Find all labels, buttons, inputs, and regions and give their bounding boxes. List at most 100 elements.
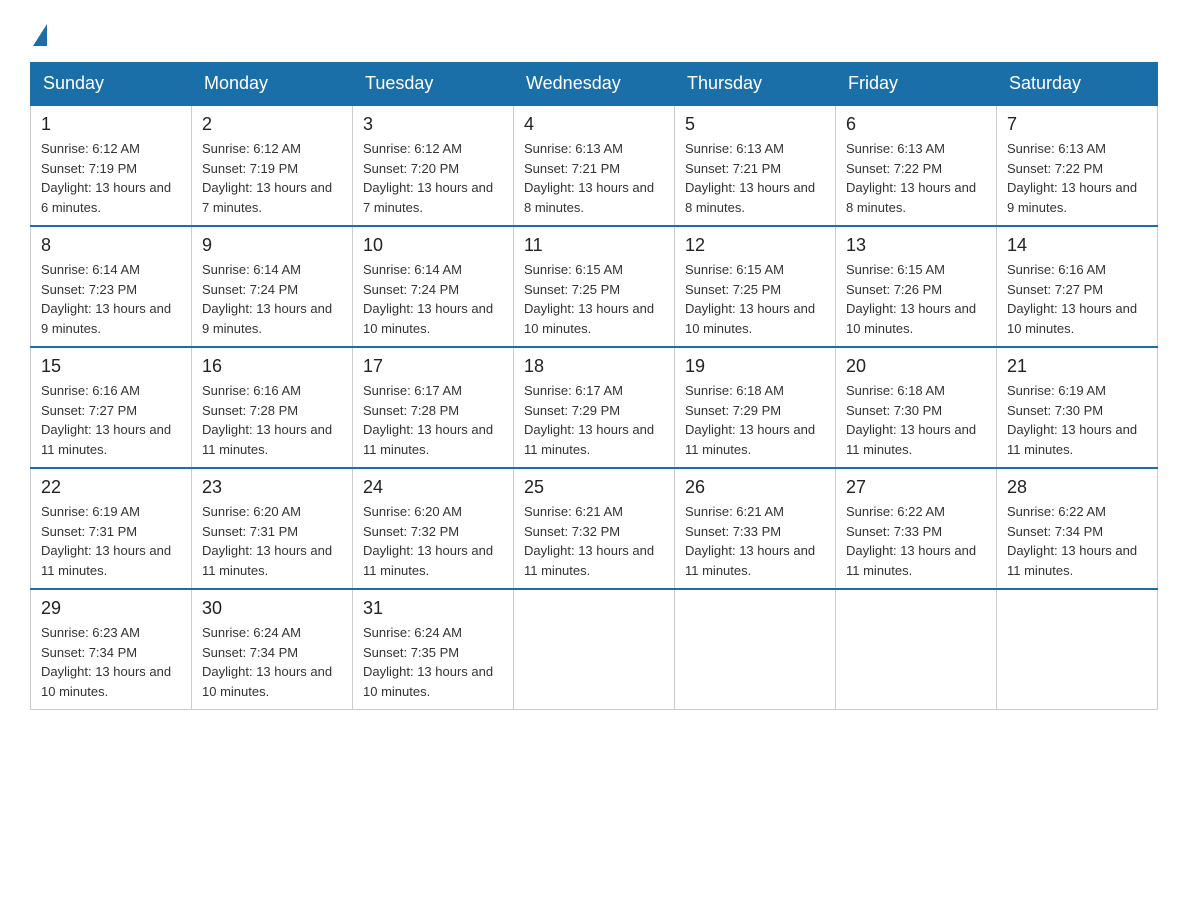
day-info: Sunrise: 6:16 AM Sunset: 7:27 PM Dayligh… [1007,260,1147,338]
daylight-label: Daylight: 13 hours and 11 minutes. [41,422,171,457]
day-number: 17 [363,356,503,377]
day-info: Sunrise: 6:14 AM Sunset: 7:23 PM Dayligh… [41,260,181,338]
sunrise-label: Sunrise: 6:22 AM [1007,504,1106,519]
sunrise-label: Sunrise: 6:19 AM [41,504,140,519]
day-info: Sunrise: 6:24 AM Sunset: 7:34 PM Dayligh… [202,623,342,701]
sunrise-label: Sunrise: 6:16 AM [41,383,140,398]
weekday-header-thursday: Thursday [675,63,836,106]
sunset-label: Sunset: 7:28 PM [202,403,298,418]
sunrise-label: Sunrise: 6:16 AM [1007,262,1106,277]
calendar-day-7: 7 Sunrise: 6:13 AM Sunset: 7:22 PM Dayli… [997,105,1158,226]
week-row-2: 8 Sunrise: 6:14 AM Sunset: 7:23 PM Dayli… [31,226,1158,347]
daylight-label: Daylight: 13 hours and 9 minutes. [202,301,332,336]
weekday-header-sunday: Sunday [31,63,192,106]
sunrise-label: Sunrise: 6:15 AM [524,262,623,277]
daylight-label: Daylight: 13 hours and 11 minutes. [685,543,815,578]
sunset-label: Sunset: 7:34 PM [1007,524,1103,539]
calendar-day-21: 21 Sunrise: 6:19 AM Sunset: 7:30 PM Dayl… [997,347,1158,468]
page-header [30,20,1158,44]
calendar-table: SundayMondayTuesdayWednesdayThursdayFrid… [30,62,1158,710]
day-info: Sunrise: 6:16 AM Sunset: 7:27 PM Dayligh… [41,381,181,459]
day-info: Sunrise: 6:13 AM Sunset: 7:22 PM Dayligh… [846,139,986,217]
empty-cell [675,589,836,710]
daylight-label: Daylight: 13 hours and 7 minutes. [202,180,332,215]
calendar-day-23: 23 Sunrise: 6:20 AM Sunset: 7:31 PM Dayl… [192,468,353,589]
calendar-day-11: 11 Sunrise: 6:15 AM Sunset: 7:25 PM Dayl… [514,226,675,347]
logo [30,20,47,44]
day-info: Sunrise: 6:12 AM Sunset: 7:19 PM Dayligh… [41,139,181,217]
sunrise-label: Sunrise: 6:16 AM [202,383,301,398]
calendar-day-15: 15 Sunrise: 6:16 AM Sunset: 7:27 PM Dayl… [31,347,192,468]
day-info: Sunrise: 6:20 AM Sunset: 7:32 PM Dayligh… [363,502,503,580]
week-row-4: 22 Sunrise: 6:19 AM Sunset: 7:31 PM Dayl… [31,468,1158,589]
calendar-day-20: 20 Sunrise: 6:18 AM Sunset: 7:30 PM Dayl… [836,347,997,468]
sunset-label: Sunset: 7:26 PM [846,282,942,297]
day-number: 4 [524,114,664,135]
calendar-day-3: 3 Sunrise: 6:12 AM Sunset: 7:20 PM Dayli… [353,105,514,226]
daylight-label: Daylight: 13 hours and 11 minutes. [524,422,654,457]
calendar-day-27: 27 Sunrise: 6:22 AM Sunset: 7:33 PM Dayl… [836,468,997,589]
sunrise-label: Sunrise: 6:20 AM [202,504,301,519]
daylight-label: Daylight: 13 hours and 11 minutes. [1007,543,1137,578]
sunset-label: Sunset: 7:22 PM [1007,161,1103,176]
day-number: 24 [363,477,503,498]
daylight-label: Daylight: 13 hours and 6 minutes. [41,180,171,215]
day-number: 23 [202,477,342,498]
day-number: 2 [202,114,342,135]
calendar-day-16: 16 Sunrise: 6:16 AM Sunset: 7:28 PM Dayl… [192,347,353,468]
sunrise-label: Sunrise: 6:15 AM [846,262,945,277]
sunrise-label: Sunrise: 6:17 AM [524,383,623,398]
day-number: 26 [685,477,825,498]
empty-cell [514,589,675,710]
day-number: 12 [685,235,825,256]
sunset-label: Sunset: 7:32 PM [363,524,459,539]
daylight-label: Daylight: 13 hours and 10 minutes. [202,664,332,699]
day-info: Sunrise: 6:19 AM Sunset: 7:31 PM Dayligh… [41,502,181,580]
sunset-label: Sunset: 7:34 PM [41,645,137,660]
sunset-label: Sunset: 7:19 PM [41,161,137,176]
day-number: 31 [363,598,503,619]
day-info: Sunrise: 6:12 AM Sunset: 7:20 PM Dayligh… [363,139,503,217]
daylight-label: Daylight: 13 hours and 9 minutes. [1007,180,1137,215]
calendar-day-13: 13 Sunrise: 6:15 AM Sunset: 7:26 PM Dayl… [836,226,997,347]
day-number: 28 [1007,477,1147,498]
daylight-label: Daylight: 13 hours and 10 minutes. [363,301,493,336]
sunset-label: Sunset: 7:29 PM [685,403,781,418]
daylight-label: Daylight: 13 hours and 10 minutes. [524,301,654,336]
sunset-label: Sunset: 7:27 PM [41,403,137,418]
calendar-day-26: 26 Sunrise: 6:21 AM Sunset: 7:33 PM Dayl… [675,468,836,589]
calendar-day-18: 18 Sunrise: 6:17 AM Sunset: 7:29 PM Dayl… [514,347,675,468]
calendar-day-24: 24 Sunrise: 6:20 AM Sunset: 7:32 PM Dayl… [353,468,514,589]
sunrise-label: Sunrise: 6:12 AM [41,141,140,156]
calendar-day-29: 29 Sunrise: 6:23 AM Sunset: 7:34 PM Dayl… [31,589,192,710]
calendar-day-4: 4 Sunrise: 6:13 AM Sunset: 7:21 PM Dayli… [514,105,675,226]
day-info: Sunrise: 6:15 AM Sunset: 7:25 PM Dayligh… [524,260,664,338]
daylight-label: Daylight: 13 hours and 11 minutes. [524,543,654,578]
day-number: 7 [1007,114,1147,135]
sunrise-label: Sunrise: 6:15 AM [685,262,784,277]
sunset-label: Sunset: 7:22 PM [846,161,942,176]
sunset-label: Sunset: 7:25 PM [685,282,781,297]
sunset-label: Sunset: 7:21 PM [685,161,781,176]
day-number: 19 [685,356,825,377]
sunset-label: Sunset: 7:31 PM [202,524,298,539]
day-info: Sunrise: 6:23 AM Sunset: 7:34 PM Dayligh… [41,623,181,701]
day-info: Sunrise: 6:18 AM Sunset: 7:29 PM Dayligh… [685,381,825,459]
day-number: 30 [202,598,342,619]
sunrise-label: Sunrise: 6:12 AM [363,141,462,156]
day-info: Sunrise: 6:20 AM Sunset: 7:31 PM Dayligh… [202,502,342,580]
day-info: Sunrise: 6:24 AM Sunset: 7:35 PM Dayligh… [363,623,503,701]
daylight-label: Daylight: 13 hours and 8 minutes. [846,180,976,215]
weekday-header-row: SundayMondayTuesdayWednesdayThursdayFrid… [31,63,1158,106]
week-row-1: 1 Sunrise: 6:12 AM Sunset: 7:19 PM Dayli… [31,105,1158,226]
daylight-label: Daylight: 13 hours and 11 minutes. [202,543,332,578]
day-info: Sunrise: 6:17 AM Sunset: 7:29 PM Dayligh… [524,381,664,459]
sunrise-label: Sunrise: 6:23 AM [41,625,140,640]
empty-cell [997,589,1158,710]
day-number: 1 [41,114,181,135]
sunrise-label: Sunrise: 6:13 AM [1007,141,1106,156]
weekday-header-wednesday: Wednesday [514,63,675,106]
sunset-label: Sunset: 7:31 PM [41,524,137,539]
sunset-label: Sunset: 7:33 PM [685,524,781,539]
day-number: 27 [846,477,986,498]
